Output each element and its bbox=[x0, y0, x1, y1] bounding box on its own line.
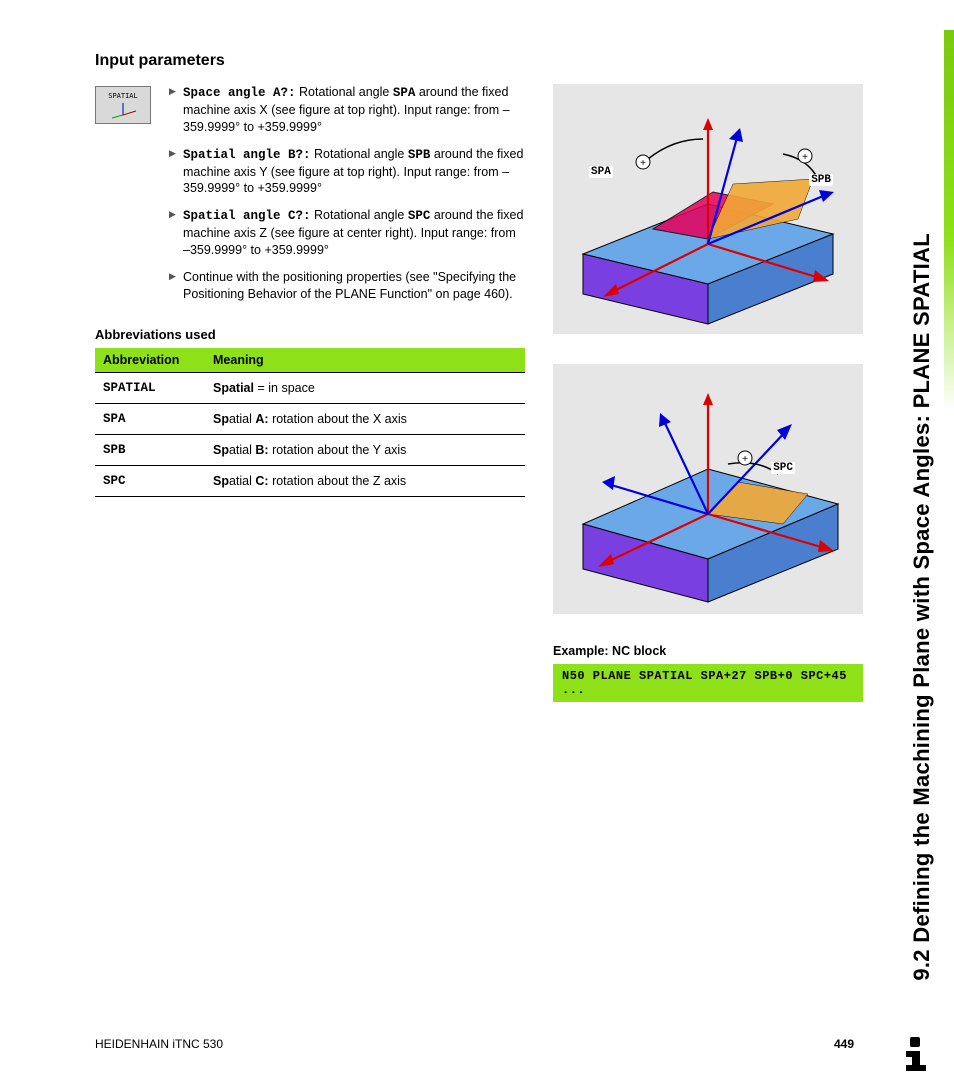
col-meaning: Meaning bbox=[205, 348, 525, 373]
figure-spa-spb: + + SPA SPB bbox=[553, 84, 863, 334]
figure-svg: + bbox=[553, 364, 863, 614]
meaning-cell: Spatial C: rotation about the Z axis bbox=[205, 465, 525, 496]
bold2: A: bbox=[255, 412, 268, 426]
footer: HEIDENHAIN iTNC 530 449 bbox=[95, 1037, 854, 1051]
param-item: Continue with the positioning properties… bbox=[169, 269, 525, 303]
page-number: 449 bbox=[834, 1037, 854, 1051]
param-row: SPATIAL Space angle A?: Rotational angle… bbox=[95, 84, 525, 313]
svg-text:+: + bbox=[802, 152, 808, 163]
param-item: Space angle A?: Rotational angle SPA aro… bbox=[169, 84, 525, 136]
param-code: SPB bbox=[408, 148, 431, 162]
svg-text:+: + bbox=[742, 454, 748, 465]
rest: rotation about the Z axis bbox=[269, 474, 407, 488]
mid: atial bbox=[229, 474, 255, 488]
table-row: SPC Spatial C: rotation about the Z axis bbox=[95, 465, 525, 496]
param-text-a: Rotational angle bbox=[311, 147, 408, 161]
right-column: + + SPA SPB bbox=[553, 84, 863, 702]
fig-label-spa: SPA bbox=[589, 166, 613, 178]
mid: atial bbox=[229, 443, 255, 457]
param-item: Spatial angle C?: Rotational angle SPC a… bbox=[169, 207, 525, 259]
bold: Spatial bbox=[213, 381, 254, 395]
bold: Sp bbox=[213, 412, 229, 426]
table-header-row: Abbreviation Meaning bbox=[95, 348, 525, 373]
table-row: SPB Spatial B: rotation about the Y axis bbox=[95, 434, 525, 465]
table-row: SPA Spatial A: rotation about the X axis bbox=[95, 403, 525, 434]
rest: rotation about the X axis bbox=[269, 412, 407, 426]
bold: Sp bbox=[213, 474, 229, 488]
left-column: SPATIAL Space angle A?: Rotational angle… bbox=[95, 84, 525, 702]
param-code: SPC bbox=[408, 209, 431, 223]
footer-product: HEIDENHAIN iTNC 530 bbox=[95, 1037, 223, 1051]
param-label: Spatial angle B?: bbox=[183, 148, 311, 162]
section-heading: Input parameters bbox=[95, 52, 894, 70]
meaning-cell: Spatial A: rotation about the X axis bbox=[205, 403, 525, 434]
info-icon bbox=[894, 1031, 936, 1073]
rest: = in space bbox=[254, 381, 315, 395]
abbr-table: Abbreviation Meaning SPATIAL Spatial = i… bbox=[95, 348, 525, 497]
columns: SPATIAL Space angle A?: Rotational angle… bbox=[95, 84, 894, 702]
meaning-cell: Spatial = in space bbox=[205, 372, 525, 403]
figure-svg: + + bbox=[553, 84, 863, 334]
example-code: N50 PLANE SPATIAL SPA+27 SPB+0 SPC+45 ..… bbox=[553, 664, 863, 702]
bold2: B: bbox=[255, 443, 268, 457]
mid: atial bbox=[229, 412, 255, 426]
bold: Sp bbox=[213, 443, 229, 457]
page: Input parameters SPATIAL Space angle A?:… bbox=[0, 0, 954, 1091]
example-label: Example: NC block bbox=[553, 644, 863, 658]
param-text-a: Rotational angle bbox=[296, 85, 393, 99]
abbr-cell: SPB bbox=[95, 434, 205, 465]
bold2: C: bbox=[255, 474, 268, 488]
param-label: Spatial angle C?: bbox=[183, 209, 311, 223]
param-text-a: Continue with the positioning properties… bbox=[183, 270, 516, 301]
abbr-cell: SPATIAL bbox=[95, 372, 205, 403]
abbr-cell: SPC bbox=[95, 465, 205, 496]
abbr-heading: Abbreviations used bbox=[95, 327, 525, 342]
axes-icon bbox=[108, 101, 138, 119]
col-abbr: Abbreviation bbox=[95, 348, 205, 373]
svg-text:+: + bbox=[640, 158, 646, 169]
spatial-icon: SPATIAL bbox=[95, 86, 151, 124]
param-list: Space angle A?: Rotational angle SPA aro… bbox=[169, 84, 525, 313]
fig-label-spc: SPC bbox=[771, 462, 795, 474]
param-code: SPA bbox=[393, 86, 416, 100]
fig-label-spb: SPB bbox=[809, 174, 833, 186]
meaning-cell: Spatial B: rotation about the Y axis bbox=[205, 434, 525, 465]
figure-spc: + SPC bbox=[553, 364, 863, 614]
rest: rotation about the Y axis bbox=[269, 443, 407, 457]
param-item: Spatial angle B?: Rotational angle SPB a… bbox=[169, 146, 525, 198]
abbr-cell: SPA bbox=[95, 403, 205, 434]
param-text-a: Rotational angle bbox=[311, 208, 408, 222]
table-row: SPATIAL Spatial = in space bbox=[95, 372, 525, 403]
spatial-icon-label: SPATIAL bbox=[108, 92, 138, 100]
param-label: Space angle A?: bbox=[183, 86, 296, 100]
